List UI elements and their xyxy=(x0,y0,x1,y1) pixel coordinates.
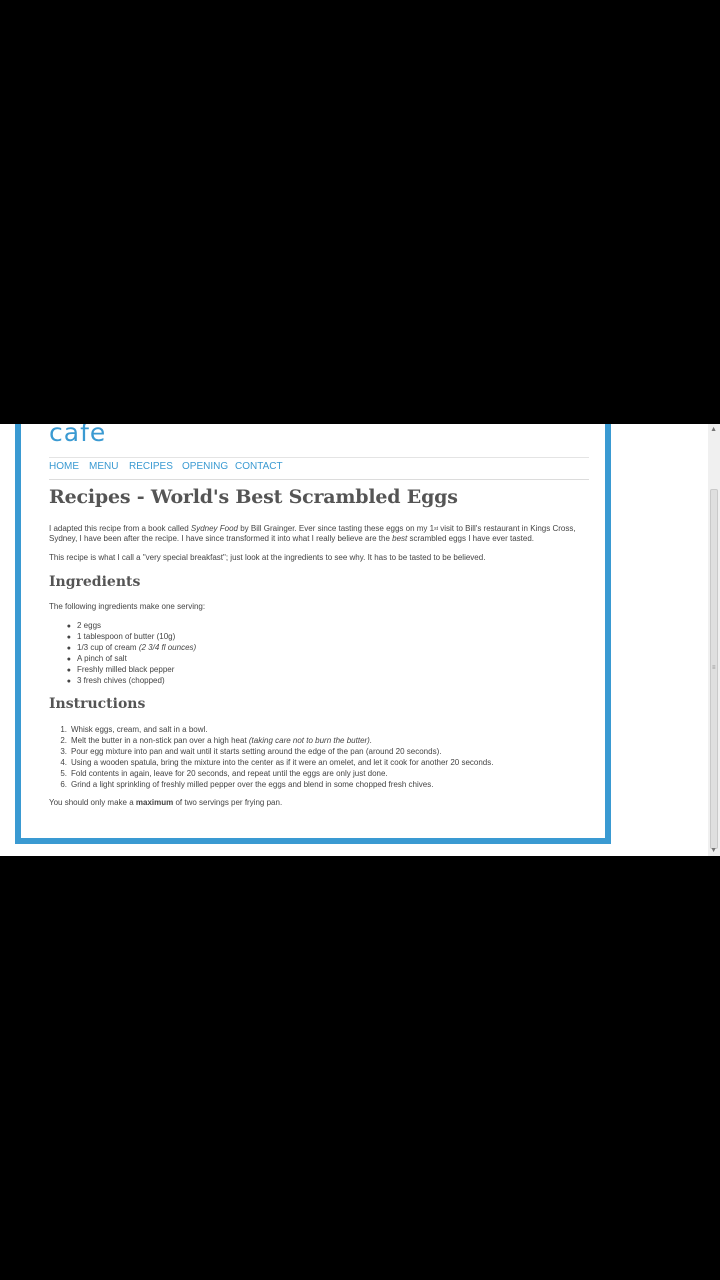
instructions-heading: Instructions xyxy=(49,696,146,712)
list-item: 5. Fold contents in again, leave for 20 s… xyxy=(60,769,388,778)
list-item: 4. Using a wooden spatula, bring the mixt… xyxy=(60,758,494,767)
list-item: ● 1/3 cup of cream (2 3/4 fl ounces) xyxy=(66,643,197,652)
browser-viewport: cafe HOME MENU RECIPES OPENING CONTACT R… xyxy=(0,424,720,856)
list-item: ● A pinch of salt xyxy=(66,654,127,663)
footer-note: You should only make a maximum of two se… xyxy=(49,798,283,807)
page-frame: cafe HOME MENU RECIPES OPENING CONTACT R… xyxy=(15,424,611,844)
ingredients-list: ● 2 eggs ● 1 tablespoon of butter (10g) ● 1… xyxy=(49,620,196,686)
list-item: 1. Whisk eggs, cream, and salt in a bowl. xyxy=(60,725,208,734)
nav-home[interactable]: HOME xyxy=(49,461,79,472)
nav-recipes[interactable]: RECIPES xyxy=(129,461,173,472)
site-logo[interactable]: cafe xyxy=(49,424,106,446)
list-item: ● 3 fresh chives (chopped) xyxy=(66,676,165,685)
note-paragraph: This recipe is what I call a "very speci… xyxy=(49,553,486,562)
list-item: ● Freshly milled black pepper xyxy=(66,665,175,674)
list-item: 6. Grind a light sprinkling of freshly mi… xyxy=(60,780,434,789)
ingredients-intro: The following ingredients make one servi… xyxy=(49,602,206,611)
scrollbar-thumb[interactable]: ≡ xyxy=(710,489,718,849)
nav-contact[interactable]: CONTACT xyxy=(235,461,283,472)
scroll-up-icon[interactable]: ▲ xyxy=(710,426,717,433)
nav-opening[interactable]: OPENING xyxy=(182,461,228,472)
vertical-scrollbar[interactable]: ▲ ≡ ▼ xyxy=(708,424,720,856)
list-item: 2. Melt the butter in a non-stick pan ove… xyxy=(60,736,373,745)
main-nav: HOME MENU RECIPES OPENING CONTACT xyxy=(49,457,589,480)
list-item: ● 1 tablespoon of butter (10g) xyxy=(66,632,176,641)
instructions-list: 1. Whisk eggs, cream, and salt in a bowl.… xyxy=(49,724,493,790)
intro-paragraph: I adapted this recipe from a book called… xyxy=(49,524,576,543)
grip-icon: ≡ xyxy=(712,665,716,671)
list-item: ● 2 eggs xyxy=(66,621,102,630)
scroll-down-icon[interactable]: ▼ xyxy=(710,847,717,854)
page-title: Recipes - World's Best Scrambled Eggs xyxy=(49,486,458,508)
ingredients-heading: Ingredients xyxy=(49,574,141,590)
nav-menu[interactable]: MENU xyxy=(89,461,118,472)
list-item: 3. Pour egg mixture into pan and wait unt… xyxy=(60,747,442,756)
